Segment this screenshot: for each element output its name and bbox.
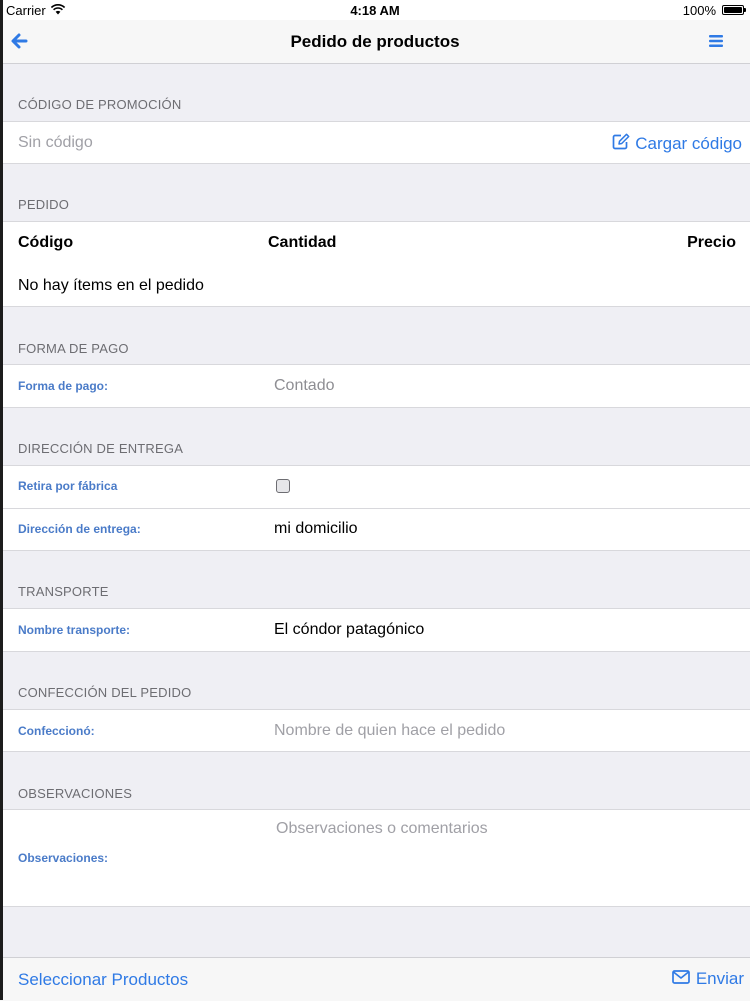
navigation-bar: Pedido de productos xyxy=(0,20,750,64)
column-header-quantity: Cantidad xyxy=(268,234,337,251)
prepared-label: Confeccionó: xyxy=(18,724,95,738)
bottom-toolbar: Seleccionar Productos Enviar xyxy=(0,957,750,1001)
delivery-section-header: DIRECCIÓN DE ENTREGA xyxy=(18,441,184,456)
send-label: Enviar xyxy=(695,969,744,988)
column-header-price: Precio xyxy=(687,234,736,251)
prepared-row: Confeccionó: Nombre de quien hace el ped… xyxy=(0,709,750,752)
transport-section-header: TRANSPORTE xyxy=(18,584,109,599)
order-table: Código Cantidad Precio No hay ítems en e… xyxy=(0,221,750,307)
left-edge-border xyxy=(0,0,3,1000)
prepared-section-header: CONFECCIÓN DEL PEDIDO xyxy=(18,685,192,700)
edit-icon xyxy=(612,133,630,155)
delivery-group: Retira por fábrica Dirección de entrega:… xyxy=(0,465,750,551)
column-header-code: Código xyxy=(18,234,74,251)
page-title: Pedido de productos xyxy=(290,32,460,51)
row-divider xyxy=(0,508,750,509)
address-label: Dirección de entrega: xyxy=(18,522,141,536)
menu-icon[interactable] xyxy=(708,33,724,49)
select-products-button[interactable]: Seleccionar Productos xyxy=(18,970,188,990)
load-code-button[interactable]: Cargar código xyxy=(612,133,742,155)
battery-percentage: 100% xyxy=(682,3,716,18)
promo-code-input[interactable]: Sin código xyxy=(18,134,93,152)
address-input[interactable]: mi domicilio xyxy=(274,520,358,538)
battery-icon xyxy=(722,5,746,15)
payment-section-header: FORMA DE PAGO xyxy=(18,341,129,356)
notes-label: Observaciones: xyxy=(18,851,109,865)
status-bar: Carrier 4:18 AM 100% xyxy=(0,0,750,20)
load-code-label: Cargar código xyxy=(635,134,742,153)
transport-label: Nombre transporte: xyxy=(18,623,131,637)
prepared-input[interactable]: Nombre de quien hace el pedido xyxy=(274,722,505,740)
empty-order-message: No hay ítems en el pedido xyxy=(18,277,204,294)
promo-code-row: Sin código Cargar código xyxy=(0,121,750,164)
notes-section-header: OBSERVACIONES xyxy=(18,786,133,801)
payment-label: Forma de pago: xyxy=(18,379,109,393)
order-section-header: PEDIDO xyxy=(18,197,70,212)
payment-row[interactable]: Forma de pago: Contado xyxy=(0,364,750,408)
envelope-icon xyxy=(671,969,690,989)
promo-section-header: CÓDIGO DE PROMOCIÓN xyxy=(18,97,182,112)
status-time: 4:18 AM xyxy=(350,3,400,18)
pickup-label: Retira por fábrica xyxy=(18,479,118,493)
notes-textarea[interactable]: Observaciones o comentarios xyxy=(276,820,488,838)
pickup-checkbox[interactable] xyxy=(276,479,290,493)
payment-value[interactable]: Contado xyxy=(274,377,335,395)
transport-input[interactable]: El cóndor patagónico xyxy=(274,621,424,639)
notes-row: Observaciones: Observaciones o comentari… xyxy=(0,809,750,907)
transport-row: Nombre transporte: El cóndor patagónico xyxy=(0,608,750,652)
send-button[interactable]: Enviar xyxy=(671,969,744,989)
